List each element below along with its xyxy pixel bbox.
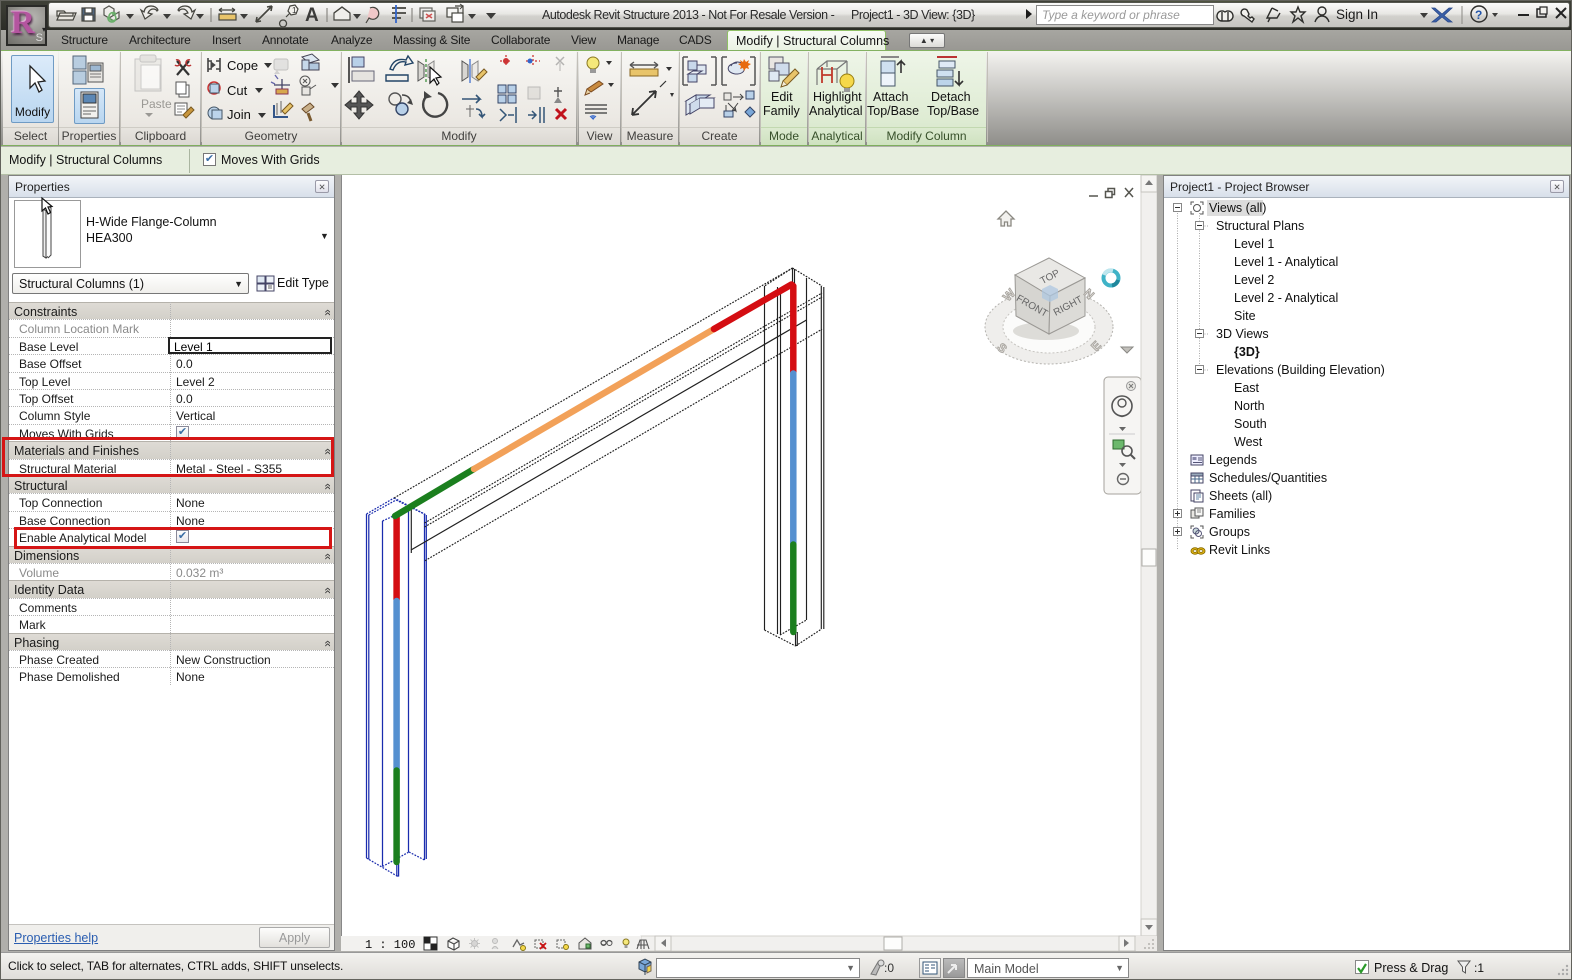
svg-text:Cope: Cope — [227, 58, 258, 73]
svg-text:Paste: Paste — [141, 97, 172, 111]
svg-text:Sign In: Sign In — [1336, 7, 1378, 22]
svg-text:Family: Family — [763, 104, 801, 118]
svg-text:Analytical: Analytical — [809, 104, 863, 118]
svg-text:Attach: Attach — [873, 90, 908, 104]
svg-text:1: 1 — [292, 6, 297, 15]
svg-text:Detach: Detach — [931, 90, 971, 104]
svg-text:1 : 100: 1 : 100 — [365, 938, 415, 951]
svg-text:Edit: Edit — [771, 90, 793, 104]
svg-text:Top/Base: Top/Base — [867, 104, 919, 118]
svg-text:?: ? — [1475, 8, 1482, 22]
svg-text:Join: Join — [227, 107, 251, 122]
svg-text:Highlight: Highlight — [813, 90, 862, 104]
svg-text:Cut: Cut — [227, 83, 248, 98]
svg-text:Top/Base: Top/Base — [927, 104, 979, 118]
svg-text:A: A — [305, 5, 319, 26]
